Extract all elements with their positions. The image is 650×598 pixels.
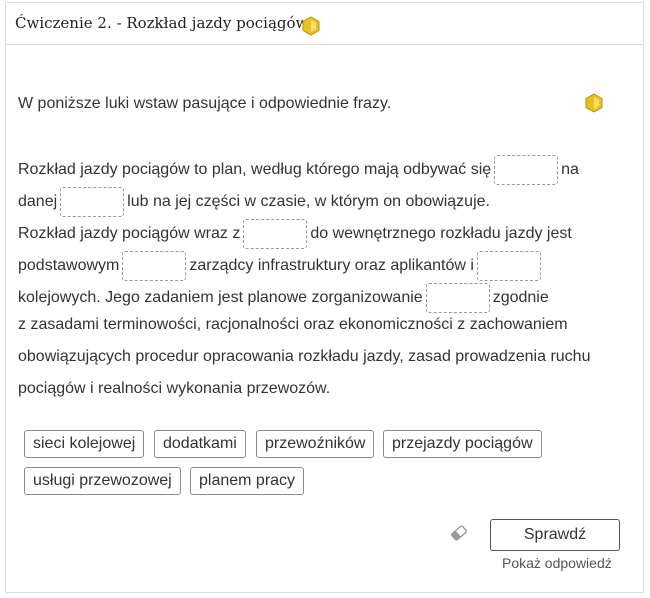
gap-1[interactable] — [494, 155, 559, 185]
gap-6[interactable] — [425, 283, 490, 313]
text-fragment: podstawowym — [18, 257, 120, 275]
exercise-title: Ćwiczenie 2. - Rozkład jazdy pociągów — [15, 14, 309, 32]
hexagon-icon — [302, 16, 320, 41]
check-button[interactable]: Sprawdź — [490, 519, 620, 551]
text-fragment: do wewnętrznego rozkładu jazdy jest — [310, 225, 572, 243]
text-line: z zasadami terminowości, racjonalności o… — [18, 316, 568, 333]
text-line: Rozkład jazdy pociągów to plan, według k… — [18, 155, 579, 185]
text-line: pociągów i realności wykonania przewozów… — [18, 380, 331, 397]
gap-3[interactable] — [243, 219, 308, 249]
show-answer-link[interactable]: Pokaż odpowiedź — [502, 555, 612, 571]
text-fragment: zarządcy infrastruktury oraz aplikantów … — [189, 257, 474, 275]
gap-5[interactable] — [476, 251, 541, 281]
eraser-icon[interactable] — [449, 524, 469, 547]
text-line: kolejowych. Jego zadaniem jest planowe z… — [18, 283, 549, 313]
gap-2[interactable] — [60, 187, 125, 217]
option-chip[interactable]: przewoźników — [256, 430, 375, 458]
exercise-header: Ćwiczenie 2. - Rozkład jazdy pociągów — [6, 3, 643, 45]
text-line: obowiązujących procedur opracowania rozk… — [18, 348, 591, 365]
text-fragment: Rozkład jazdy pociągów wraz z — [18, 225, 241, 243]
option-chip[interactable]: planem pracy — [190, 467, 305, 495]
hexagon-icon — [585, 93, 603, 118]
text-line: podstawowym zarządcy infrastruktury oraz … — [18, 251, 544, 281]
text-fragment: lub na jej części w czasie, w którym on … — [127, 193, 490, 211]
text-line: Rozkład jazdy pociągów wraz z do wewnętrz… — [18, 219, 572, 249]
text-fragment: zgodnie — [492, 289, 549, 307]
option-chip[interactable]: sieci kolejowej — [24, 430, 145, 458]
text-fragment: Rozkład jazdy pociągów to plan, według k… — [18, 161, 492, 179]
option-chip[interactable]: dodatkami — [154, 430, 246, 458]
text-line: danej lub na jej części w czasie, w który… — [18, 187, 490, 217]
option-chip[interactable]: usługi przewozowej — [24, 467, 181, 495]
text-fragment: na — [561, 161, 579, 179]
option-chip[interactable]: przejazdy pociągów — [383, 430, 542, 458]
text-fragment: kolejowych. Jego zadaniem jest planowe z… — [18, 289, 423, 307]
instruction-text: W poniższe luki wstaw pasujące i odpowie… — [18, 95, 392, 112]
text-fragment: danej — [18, 193, 58, 211]
gap-4[interactable] — [122, 251, 187, 281]
